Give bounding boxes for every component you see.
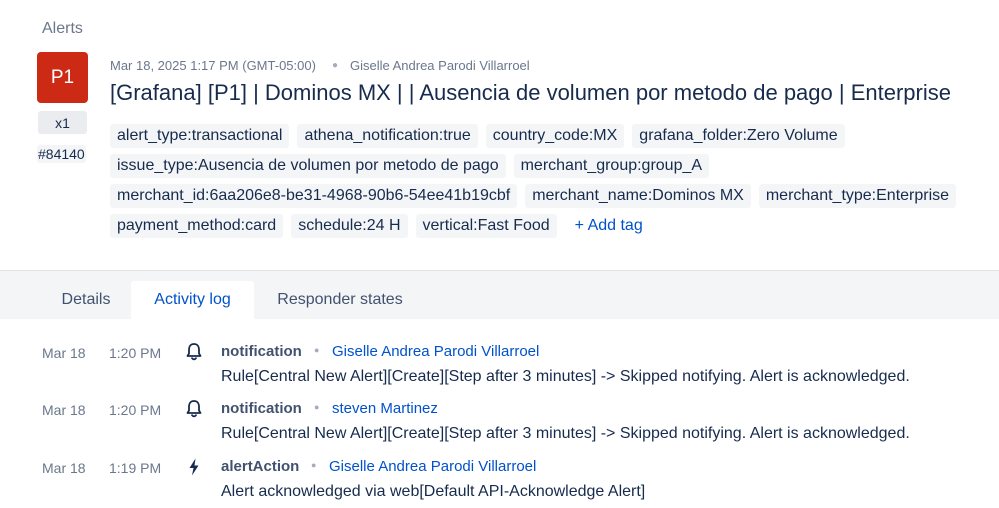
tag-chip[interactable]: alert_type:transactional [110,124,290,148]
bell-icon [186,400,202,418]
tag-list: alert_type:transactional athena_notifica… [110,121,999,241]
tag-chip[interactable]: merchant_type:Enterprise [758,184,957,208]
tag-chip[interactable]: merchant_group:group_A [513,154,710,178]
tag-chip[interactable]: issue_type:Ausencia de volumen por metod… [110,154,506,178]
alert-title: [Grafana] [P1] | Dominos MX | | Ausencia… [110,80,951,105]
log-type: notification [221,400,302,417]
tag-chip[interactable]: schedule:24 H [291,214,408,238]
separator-dot: ● [314,345,320,355]
tag-row: payment_method:card schedule:24 H vertic… [110,211,999,241]
log-type: notification [221,343,302,360]
bell-icon [186,343,202,361]
tag-chip[interactable]: athena_notification:true [297,124,478,148]
alert-meta: Mar 18, 2025 1:17 PM (GMT-05:00) ● Gisel… [110,58,530,73]
log-time: 1:19 PM [109,460,162,476]
add-tag-button[interactable]: + Add tag [575,217,643,235]
separator-dot: ● [331,60,338,71]
separator-dot: ● [311,460,317,470]
alert-timestamp: Mar 18, 2025 1:17 PM (GMT-05:00) [110,58,316,73]
alert-owner: Giselle Andrea Parodi Villarroel [349,58,530,73]
tag-row: issue_type:Ausencia de volumen por metod… [110,151,999,181]
log-user-link[interactable]: Giselle Andrea Parodi Villarroel [332,343,539,360]
log-user-link[interactable]: Giselle Andrea Parodi Villarroel [329,458,536,475]
log-time: 1:20 PM [109,402,162,418]
log-time: 1:20 PM [109,345,162,361]
tag-chip[interactable]: merchant_id:6aa206e8-be31-4968-90b6-54ee… [110,184,518,208]
log-message: Rule[Central New Alert][Create][Step aft… [221,368,910,385]
tag-chip[interactable]: payment_method:card [110,214,284,238]
tag-row: alert_type:transactional athena_notifica… [110,121,999,151]
tab-details[interactable]: Details [42,281,130,319]
breadcrumb[interactable]: Alerts [42,20,83,38]
tag-chip[interactable]: vertical:Fast Food [415,214,557,238]
tag-chip[interactable]: country_code:MX [485,124,625,148]
log-date: Mar 18 [42,402,86,418]
tag-chip[interactable]: merchant_name:Dominos MX [525,184,751,208]
tab-bar: Details Activity log Responder states [0,271,999,319]
log-message: Rule[Central New Alert][Create][Step aft… [221,425,910,442]
tag-chip[interactable]: grafana_folder:Zero Volume [632,124,845,148]
activity-log-entry: Mar 18 1:20 PM notification ● Giselle An… [0,339,999,395]
alert-id: #84140 [37,145,86,163]
lightning-icon [189,458,199,476]
alert-count-badge: x1 [38,111,87,134]
activity-log-entry: Mar 18 1:20 PM notification ● steven Mar… [0,396,999,452]
log-message: Alert acknowledged via web[Default API-A… [221,483,646,500]
tab-responder-states[interactable]: Responder states [256,281,424,319]
tab-activity-log[interactable]: Activity log [131,281,254,319]
priority-badge: P1 [37,52,88,103]
separator-dot: ● [314,402,320,412]
tag-row: merchant_id:6aa206e8-be31-4968-90b6-54ee… [110,181,999,211]
activity-log-entry: Mar 18 1:19 PM alertAction ● Giselle And… [0,454,999,508]
log-date: Mar 18 [42,460,86,476]
log-user-link[interactable]: steven Martinez [332,400,438,417]
log-date: Mar 18 [42,345,86,361]
log-type: alertAction [221,458,300,475]
